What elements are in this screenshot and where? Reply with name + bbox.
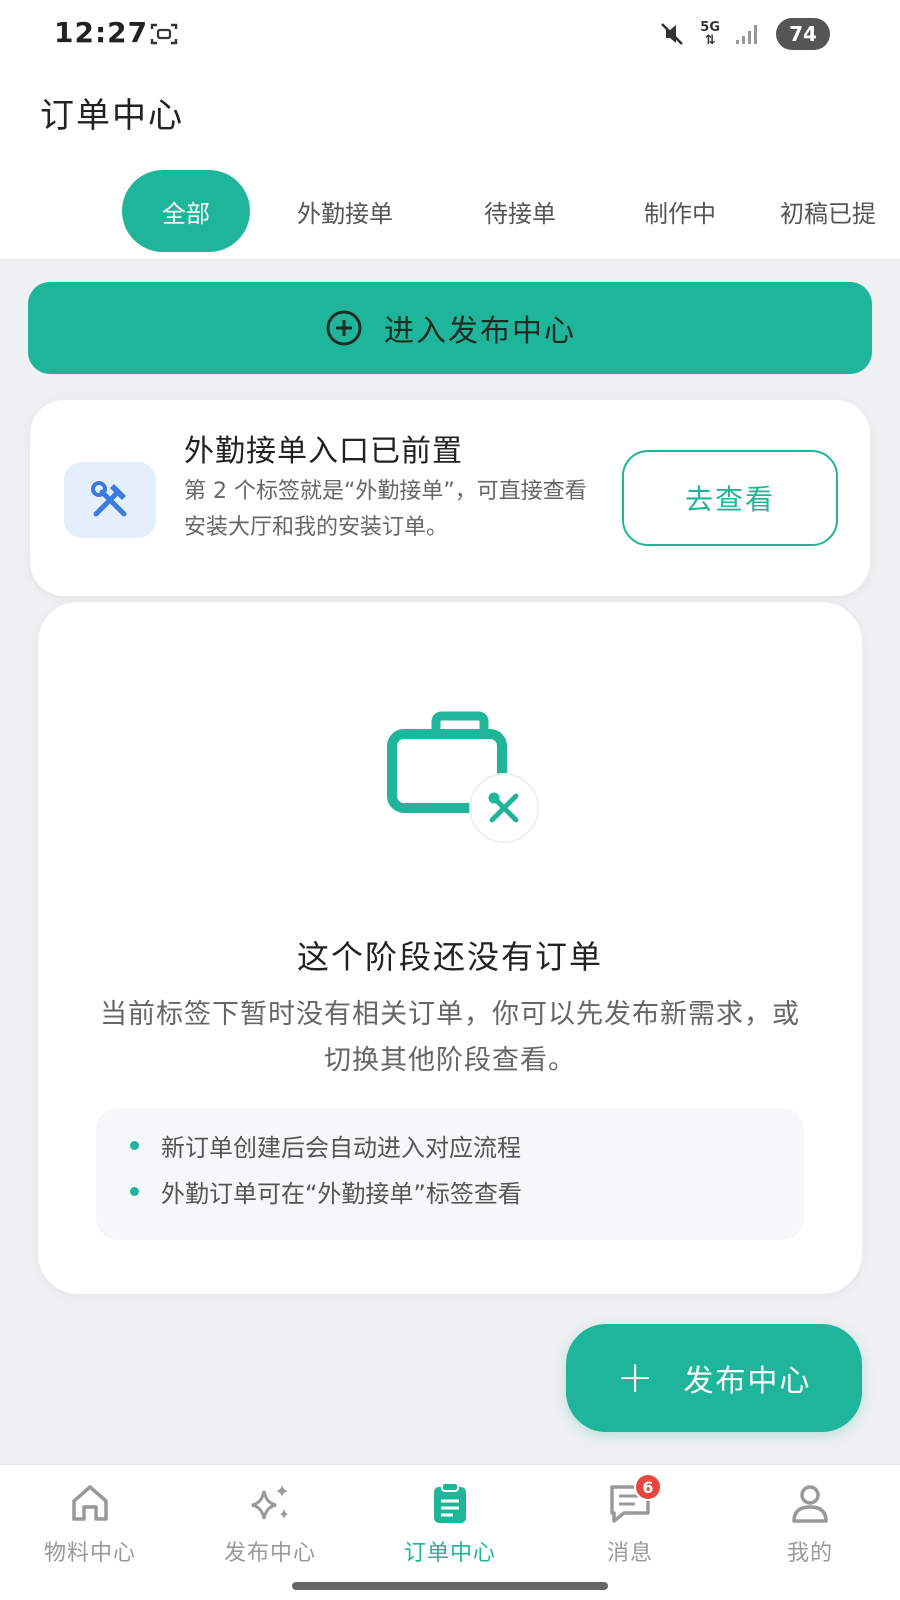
nav-label: 订单中心 xyxy=(403,1541,496,1566)
page-title: 订单中心 xyxy=(40,96,184,136)
nav-order-center[interactable]: 订单中心 xyxy=(370,1481,530,1571)
home-icon xyxy=(72,1485,108,1521)
tip-item: 新订单创建后会自动进入对应流程 xyxy=(130,1122,804,1168)
enter-publish-center-button[interactable]: 进入发布中心 xyxy=(28,282,872,374)
chat-icon-wrapper: 6 xyxy=(608,1473,662,1525)
field-entry-info-card: 外勤接单入口已前置 第 2 个标签就是“外勤接单”，可直接查看安装大厅和我的安装… xyxy=(30,400,870,596)
unread-badge: 6 xyxy=(634,1473,662,1501)
tab-draft-submitted[interactable]: 初稿已提 xyxy=(780,170,900,252)
nav-label: 物料中心 xyxy=(43,1541,136,1566)
info-card-description: 第 2 个标签就是“外勤接单”，可直接查看安装大厅和我的安装订单。 xyxy=(184,479,587,540)
nav-profile[interactable]: 我的 xyxy=(730,1481,890,1571)
info-card-title: 外勤接单入口已前置 xyxy=(184,434,463,469)
network-indicator: 5G ⇅ xyxy=(700,21,720,47)
empty-state-title: 这个阶段还没有订单 xyxy=(296,938,603,976)
nav-label: 发布中心 xyxy=(223,1541,316,1566)
home-indicator[interactable] xyxy=(292,1582,608,1590)
status-tabs: 全部 外勤接单 待接单 制作中 初稿已提 xyxy=(0,160,900,260)
status-time: 12:27 xyxy=(54,16,149,49)
tip-text: 外勤订单可在“外勤接单”标签查看 xyxy=(161,1179,522,1208)
plus-circle-icon xyxy=(326,310,362,346)
mute-icon xyxy=(661,23,684,45)
tip-bullet xyxy=(130,1140,139,1150)
empty-state-description: 当前标签下暂时没有相关订单，你可以先发布新需求，或切换其他阶段查看。 xyxy=(100,999,800,1076)
empty-state-card: 这个阶段还没有订单 当前标签下暂时没有相关订单，你可以先发布新需求，或切换其他阶… xyxy=(38,602,862,1294)
publish-banner-label: 进入发布中心 xyxy=(384,314,576,349)
status-right-group: 5G ⇅ 74 xyxy=(658,18,830,50)
nav-label: 消息 xyxy=(606,1541,653,1566)
publish-center-fab[interactable]: + 发布中心 xyxy=(566,1324,862,1432)
status-bar: 12:27 5G ⇅ 74 xyxy=(0,0,900,72)
clipboard-icon xyxy=(434,1482,466,1523)
user-icon xyxy=(792,1485,828,1523)
briefcase-icon xyxy=(387,711,539,843)
tools-icon xyxy=(91,481,127,517)
tip-bullet xyxy=(130,1186,139,1196)
fab-label: 发布中心 xyxy=(683,1364,812,1399)
tab-field-orders[interactable]: 外勤接单 xyxy=(270,170,420,252)
nav-messages[interactable]: 6 消息 xyxy=(550,1473,710,1571)
tab-pending[interactable]: 待接单 xyxy=(450,170,590,252)
bottom-navigation: 物料中心 发布中心 订单中心 6 消息 我的 xyxy=(0,1464,900,1600)
network-arrows: ⇅ xyxy=(704,33,716,48)
tab-all[interactable]: 全部 xyxy=(122,170,250,252)
tip-text: 新订单创建后会自动进入对应流程 xyxy=(161,1133,521,1162)
nav-publish-center[interactable]: 发布中心 xyxy=(190,1481,350,1571)
sparkle-icon xyxy=(251,1485,288,1520)
signal-icon xyxy=(736,25,757,44)
plus-icon: + xyxy=(616,1352,656,1403)
tab-in-production[interactable]: 制作中 xyxy=(610,170,750,252)
nav-label: 我的 xyxy=(786,1541,833,1566)
info-icon-box xyxy=(64,462,156,538)
header: 订单中心 xyxy=(0,72,900,160)
screenshot-icon xyxy=(150,23,178,45)
go-view-button[interactable]: 去查看 xyxy=(622,450,838,546)
nav-materials-center[interactable]: 物料中心 xyxy=(10,1481,170,1571)
tip-item: 外勤订单可在“外勤接单”标签查看 xyxy=(130,1168,804,1214)
tips-box: 新订单创建后会自动进入对应流程 外勤订单可在“外勤接单”标签查看 xyxy=(96,1108,804,1240)
battery-indicator: 74 xyxy=(776,18,830,50)
order-center-screen: 12:27 5G ⇅ 74 订单中心 全部 外勤接单 待接单 制作中 初稿已提 … xyxy=(0,0,900,1600)
